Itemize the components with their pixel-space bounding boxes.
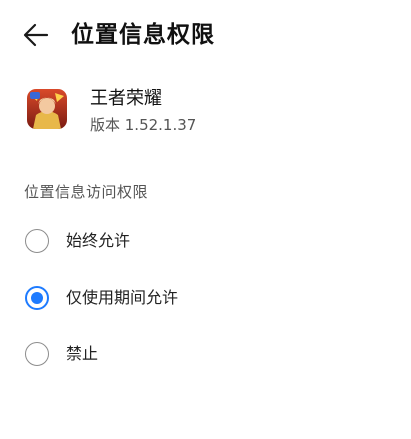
option-always-allow[interactable]: 始终允许 [0,217,411,265]
radio-button[interactable] [25,342,49,366]
radio-button-selected[interactable] [25,286,49,310]
option-deny[interactable]: 禁止 [0,330,411,378]
back-button[interactable] [18,20,54,50]
section-title: 位置信息访问权限 [24,183,149,201]
location-permission-page: 位置信息权限 王者荣耀 版本 1.52.1.37 位置信息访问权限 始终允许 仅… [0,0,411,439]
radio-button[interactable] [25,229,49,253]
option-label: 仅使用期间允许 [66,288,179,307]
app-info: 王者荣耀 版本 1.52.1.37 [0,82,411,144]
option-label: 始终允许 [66,231,131,250]
app-logo-icon [27,89,67,129]
top-bar: 位置信息权限 [0,0,411,70]
page-title: 位置信息权限 [71,22,215,48]
arrow-left-icon [18,20,54,50]
option-label: 禁止 [66,344,99,363]
option-allow-while-using[interactable]: 仅使用期间允许 [0,274,411,322]
app-name: 王者荣耀 [90,88,162,109]
app-version: 版本 1.52.1.37 [90,116,197,134]
